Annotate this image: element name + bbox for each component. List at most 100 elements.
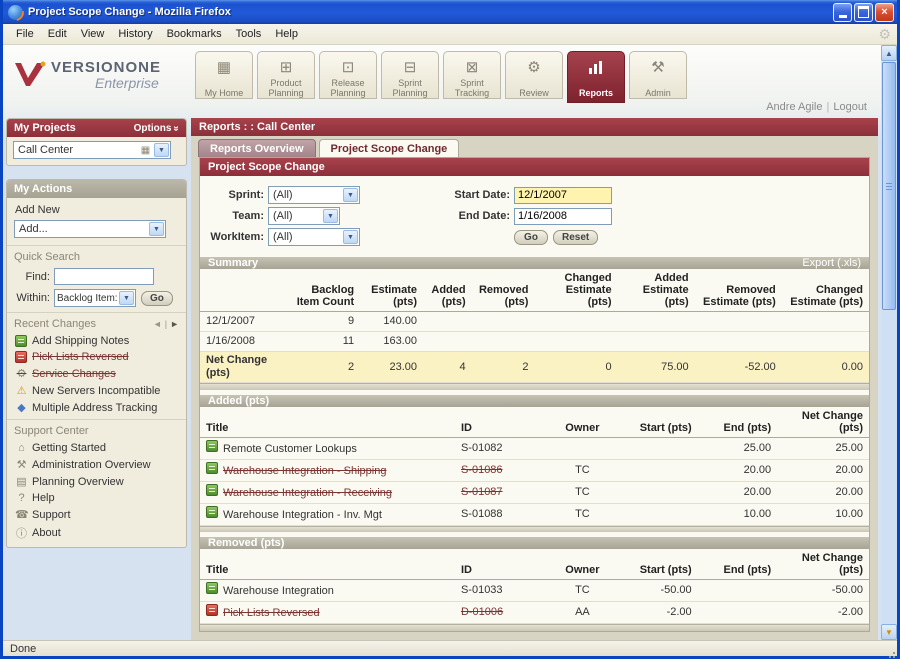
sprint-select[interactable]: (All) ▼ xyxy=(268,186,360,204)
project-tree-icon[interactable]: ▦ xyxy=(138,145,153,156)
recent-change-item[interactable]: ⚙ Service Changes xyxy=(7,365,186,382)
dropdown-arrow-icon[interactable]: ▼ xyxy=(149,222,164,236)
workitem-select[interactable]: (All) ▼ xyxy=(268,228,360,246)
tab-reports-overview[interactable]: Reports Overview xyxy=(198,139,316,157)
support-link-about[interactable]: ⓘ About xyxy=(7,523,186,547)
brand-name: VERSIONONE xyxy=(51,59,162,76)
dropdown-arrow-icon[interactable]: ▼ xyxy=(343,230,358,244)
logout-link[interactable]: Logout xyxy=(833,101,867,113)
phone-icon: ☎ xyxy=(15,509,29,521)
item-title-link[interactable]: Remote Customer Lookups xyxy=(223,443,357,455)
nav-tab-my-home[interactable]: ▦ My Home xyxy=(195,51,253,99)
nav-tab-sprint-planning[interactable]: ⊟ Sprint Planning xyxy=(381,51,439,99)
nav-tab-release-planning[interactable]: ⊡ Release Planning xyxy=(319,51,377,99)
resize-grip-icon[interactable] xyxy=(885,644,895,654)
scroll-up-icon[interactable]: ▲ xyxy=(881,45,897,61)
menu-view[interactable]: View xyxy=(74,26,112,42)
support-link-help[interactable]: ? Help xyxy=(7,490,186,506)
pager-next-icon[interactable]: ► xyxy=(170,319,179,329)
team-select[interactable]: (All) ▼ xyxy=(268,207,340,225)
warning-icon: ⚠ xyxy=(16,385,27,397)
report-tabstrip: Reports Overview Project Scope Change xyxy=(191,136,878,157)
nav-tab-admin[interactable]: ⚒ Admin xyxy=(629,51,687,99)
nav-tab-label: Reports xyxy=(578,88,613,98)
column-header: Start (pts) xyxy=(616,549,698,581)
item-title-link[interactable]: Warehouse Integration xyxy=(223,585,334,597)
options-button[interactable]: Options » xyxy=(134,123,182,134)
nav-tab-label: Release Planning xyxy=(330,78,366,98)
nav-tab-sprint-tracking[interactable]: ⊠ Sprint Tracking xyxy=(443,51,501,99)
workitem-label: WorkItem: xyxy=(210,231,264,243)
find-input[interactable] xyxy=(54,268,154,285)
added-header-row: Title ID Owner Start (pts) End (pts) Net… xyxy=(200,406,869,438)
recent-change-item[interactable]: Add Shipping Notes xyxy=(7,333,186,349)
summary-title: Summary xyxy=(208,257,259,269)
item-title-link[interactable]: Pick Lists Reversed xyxy=(223,607,320,619)
gear-icon[interactable]: ⚙ xyxy=(878,26,891,43)
add-new-select[interactable]: Add... ▼ xyxy=(14,220,166,238)
recent-change-item[interactable]: ◆ Multiple Address Tracking xyxy=(7,399,186,416)
horizontal-scrollbar[interactable] xyxy=(200,525,869,533)
close-button[interactable]: × xyxy=(875,2,894,22)
scroll-down-icon[interactable]: ▼ xyxy=(881,624,897,640)
go-button[interactable]: Go xyxy=(514,229,548,245)
column-header: Changed Estimate (pts) xyxy=(781,269,869,312)
vertical-scrollbar[interactable]: ▲ ▼ xyxy=(881,45,897,640)
item-title-link[interactable]: Warehouse Integration - Receiving xyxy=(223,487,392,499)
column-header: Title xyxy=(200,406,455,438)
project-select[interactable]: Call Center ▦ ▼ xyxy=(13,141,171,159)
menu-bookmarks[interactable]: Bookmarks xyxy=(160,26,229,42)
item-title-link[interactable]: Warehouse Integration - Inv. Mgt xyxy=(223,509,382,521)
report-filters: Sprint: (All) ▼ Start Date: 12/1/2007 Te… xyxy=(200,176,869,257)
table-row: 1/16/2008 11 163.00 xyxy=(200,331,869,352)
nav-tab-product-planning[interactable]: ⊞ Product Planning xyxy=(257,51,315,99)
menu-help[interactable]: Help xyxy=(268,26,305,42)
org-icon: ⊞ xyxy=(279,59,293,76)
recent-change-item[interactable]: ⚠ New Servers Incompatible xyxy=(7,382,186,399)
user-name-link[interactable]: Andre Agile xyxy=(766,101,822,113)
end-date-input[interactable] xyxy=(514,207,612,225)
start-date-input[interactable] xyxy=(514,186,612,204)
column-header: Net Change (pts) xyxy=(777,406,869,438)
nav-tab-reports[interactable]: Reports xyxy=(567,51,625,103)
window-titlebar[interactable]: Project Scope Change - Mozilla Firefox × xyxy=(3,0,897,24)
horizontal-scrollbar[interactable] xyxy=(200,624,869,631)
tab-project-scope-change[interactable]: Project Scope Change xyxy=(318,139,460,157)
maximize-button[interactable] xyxy=(854,2,873,22)
scrollbar-thumb[interactable] xyxy=(882,62,896,310)
menu-file[interactable]: File xyxy=(9,26,41,42)
pager-prev-icon[interactable]: ◄ xyxy=(153,319,162,329)
reset-button[interactable]: Reset xyxy=(553,229,599,245)
menu-tools[interactable]: Tools xyxy=(229,26,269,42)
firefox-icon xyxy=(8,4,23,20)
project-select-value: Call Center xyxy=(18,144,74,156)
nav-tab-label: Review xyxy=(519,88,549,98)
brand-edition: Enterprise xyxy=(95,75,159,91)
story-icon xyxy=(206,582,218,595)
horizontal-scrollbar[interactable] xyxy=(200,383,869,390)
support-link-getting-started[interactable]: ⌂ Getting Started xyxy=(7,440,186,456)
support-link-administration-overview[interactable]: ⚒ Administration Overview xyxy=(7,456,186,473)
support-center-title: Support Center xyxy=(14,425,89,437)
nav-tab-review[interactable]: ⚙ Review xyxy=(505,51,563,99)
support-link-planning-overview[interactable]: ▤ Planning Overview xyxy=(7,473,186,490)
dropdown-arrow-icon[interactable]: ▼ xyxy=(119,291,134,305)
defect-icon xyxy=(206,604,218,617)
minimize-button[interactable] xyxy=(833,2,852,22)
dropdown-arrow-icon[interactable]: ▼ xyxy=(154,143,169,157)
menu-history[interactable]: History xyxy=(111,26,159,42)
nav-tab-label: Admin xyxy=(645,88,671,98)
table-row: Warehouse Integration - Receiving S-0108… xyxy=(200,481,869,504)
help-icon: ? xyxy=(18,492,25,504)
item-title-link[interactable]: Warehouse Integration - Shipping xyxy=(223,465,386,477)
wrench-icon: ⚒ xyxy=(651,59,665,76)
quick-search-go-button[interactable]: Go xyxy=(141,290,173,306)
dropdown-arrow-icon[interactable]: ▼ xyxy=(343,188,358,202)
menu-edit[interactable]: Edit xyxy=(41,26,74,42)
export-xls-link[interactable]: Export (.xls) xyxy=(802,257,861,269)
within-select[interactable]: Backlog Item: ▼ xyxy=(54,289,136,307)
support-link-support[interactable]: ☎ Support xyxy=(7,506,186,523)
recent-change-item[interactable]: Pick Lists Reversed xyxy=(7,349,186,365)
dropdown-arrow-icon[interactable]: ▼ xyxy=(323,209,338,223)
app-header: VERSIONONE Enterprise ▦ My Home ⊞ Produc… xyxy=(3,45,881,117)
